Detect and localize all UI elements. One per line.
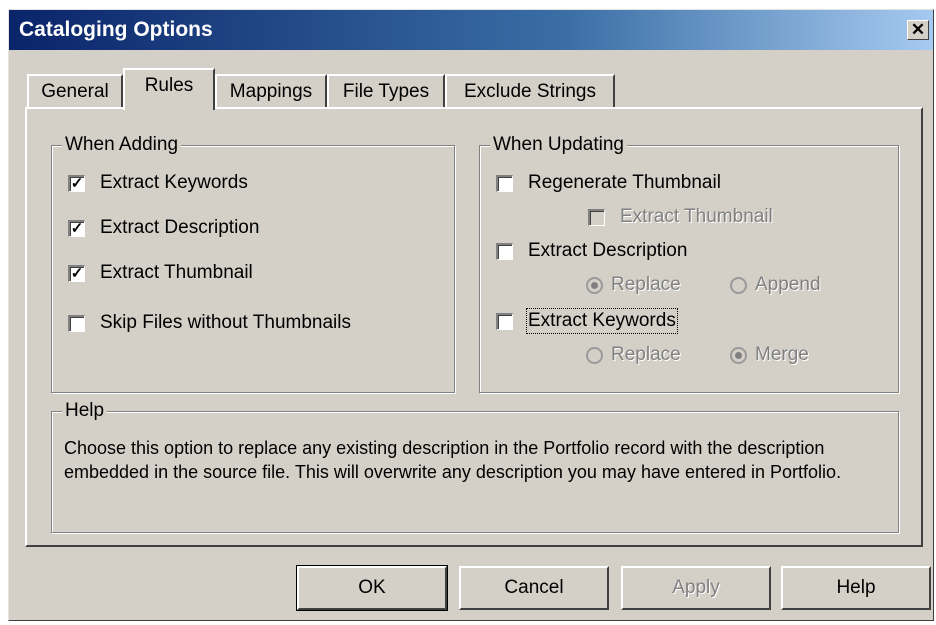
checkbox-label: Extract Keywords <box>100 172 248 193</box>
radio-button[interactable] <box>730 276 747 294</box>
add-extract-keywords-checkbox[interactable]: ✓ Extract Keywords <box>68 172 248 194</box>
keywords-merge-radio[interactable]: Merge <box>730 344 809 366</box>
skip-files-without-thumbnails-checkbox[interactable]: Skip Files without Thumbnails <box>68 312 351 334</box>
rules-tab-panel: When Adding ✓ Extract Keywords ✓ Extract… <box>25 107 923 547</box>
when-adding-group: When Adding ✓ Extract Keywords ✓ Extract… <box>51 133 455 393</box>
radio-button[interactable] <box>730 346 747 364</box>
keywords-replace-radio[interactable]: Replace <box>586 344 681 366</box>
checkbox-label: Extract Keywords <box>526 308 678 334</box>
ok-button[interactable]: OK <box>296 565 448 611</box>
cancel-button[interactable]: Cancel <box>459 566 609 610</box>
regenerate-thumbnail-checkbox[interactable]: Regenerate Thumbnail <box>496 172 721 194</box>
checkbox-label: Extract Description <box>100 217 260 238</box>
checkbox-box[interactable] <box>68 314 85 332</box>
tab-general[interactable]: General <box>27 74 123 108</box>
tab-rules[interactable]: Rules <box>123 68 215 110</box>
description-replace-radio[interactable]: Replace <box>586 274 681 296</box>
radio-button[interactable] <box>586 346 603 364</box>
tab-mappings[interactable]: Mappings <box>215 74 327 108</box>
radio-label: Append <box>755 274 821 295</box>
radio-label: Replace <box>611 274 681 295</box>
checkbox-box[interactable] <box>496 174 513 192</box>
when-updating-title: When Updating <box>490 133 627 157</box>
checkbox-box[interactable]: ✓ <box>68 264 85 282</box>
when-updating-group: When Updating Regenerate Thumbnail Extra… <box>479 133 899 393</box>
checkbox-box[interactable] <box>588 208 605 226</box>
tab-file-types[interactable]: File Types <box>327 74 445 108</box>
checkbox-label: Extract Description <box>528 240 688 261</box>
when-adding-title: When Adding <box>62 133 182 157</box>
add-extract-thumbnail-checkbox[interactable]: ✓ Extract Thumbnail <box>68 262 253 284</box>
close-button[interactable]: ✕ <box>907 20 929 40</box>
checkbox-box[interactable]: ✓ <box>68 219 85 237</box>
cataloging-options-dialog: Cataloging Options ✕ General Rules Mappi… <box>8 9 934 621</box>
description-append-radio[interactable]: Append <box>730 274 821 296</box>
update-extract-thumbnail-checkbox[interactable]: Extract Thumbnail <box>588 206 773 228</box>
window-title: Cataloging Options <box>19 18 213 41</box>
checkbox-label: Skip Files without Thumbnails <box>100 312 351 333</box>
tab-exclude-strings[interactable]: Exclude Strings <box>445 74 615 108</box>
update-extract-keywords-checkbox[interactable]: Extract Keywords <box>496 308 678 334</box>
radio-label: Replace <box>611 344 681 365</box>
help-title: Help <box>62 399 108 423</box>
radio-label: Merge <box>755 344 809 365</box>
help-text: Choose this option to replace any existi… <box>64 438 842 482</box>
checkbox-box[interactable]: ✓ <box>68 174 85 192</box>
apply-button[interactable]: Apply <box>621 566 771 610</box>
checkbox-label: Extract Thumbnail <box>100 262 253 283</box>
update-extract-description-checkbox[interactable]: Extract Description <box>496 240 687 262</box>
checkbox-box[interactable] <box>496 242 513 260</box>
help-group: Help Choose this option to replace any e… <box>51 399 899 533</box>
checkbox-label: Regenerate Thumbnail <box>528 172 721 193</box>
radio-button[interactable] <box>586 276 603 294</box>
title-bar[interactable]: Cataloging Options ✕ <box>9 10 933 50</box>
checkbox-box[interactable] <box>496 312 513 330</box>
help-button[interactable]: Help <box>781 566 931 610</box>
add-extract-description-checkbox[interactable]: ✓ Extract Description <box>68 217 259 239</box>
checkbox-label: Extract Thumbnail <box>620 206 773 227</box>
